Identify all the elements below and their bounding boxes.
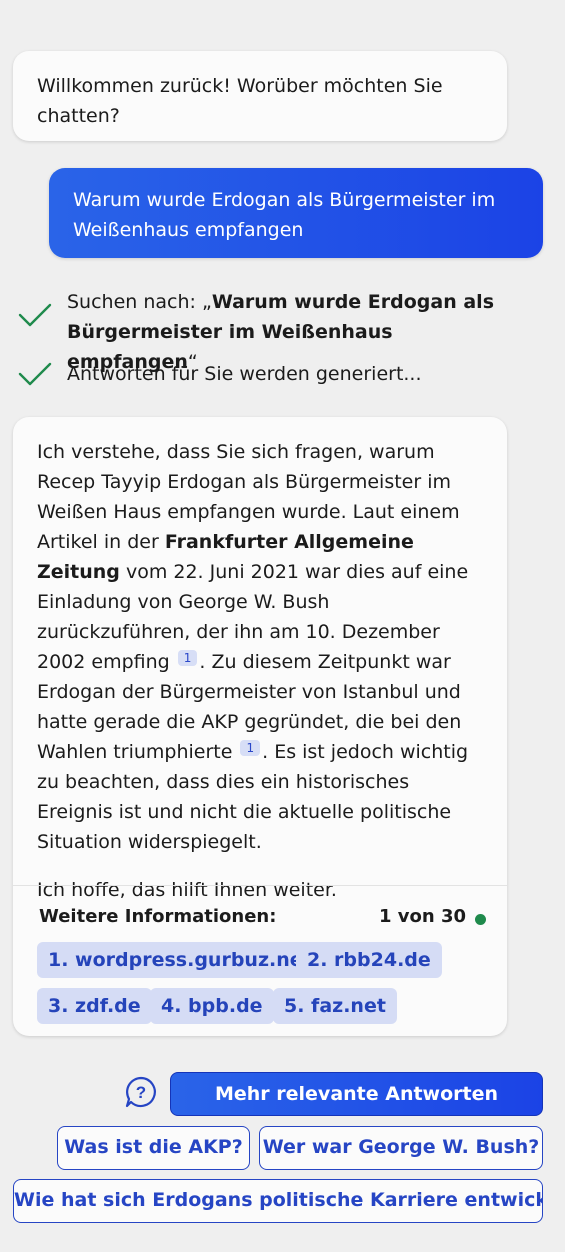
suggestion-akp[interactable]: Was ist die AKP?	[57, 1126, 250, 1170]
response-counter: 1 von 30	[378, 906, 466, 927]
answer-paragraph: Ich verstehe, dass Sie sich fragen, waru…	[37, 441, 469, 853]
bot-welcome-message: Willkommen zurück! Worüber möchten Sie c…	[13, 51, 507, 141]
more-answers-button[interactable]: Mehr relevante Antworten erhalten	[170, 1072, 543, 1147]
user-query-text: Warum wurde Erdogan als Bürgermeister im…	[73, 189, 496, 241]
generating-text: Antworten für Sie werden generiert...	[67, 363, 422, 385]
generating-status: Antworten für Sie werden generiert...	[18, 359, 538, 389]
status-dot	[475, 914, 486, 925]
citation-badge[interactable]: 1	[177, 650, 198, 666]
answer-card: Ich verstehe, dass Sie sich fragen, waru…	[13, 417, 507, 1036]
source-link-5[interactable]: 5. faz.net	[273, 988, 397, 1024]
user-message: Warum wurde Erdogan als Bürgermeister im…	[49, 168, 543, 258]
more-info-title: Weitere Informationen:	[39, 906, 277, 927]
check-icon	[18, 362, 52, 386]
welcome-text: Willkommen zurück! Worüber möchten Sie c…	[37, 75, 443, 127]
source-link-1[interactable]: 1. wordpress.gurbuz.net	[37, 942, 323, 978]
citation-badge[interactable]: 1	[240, 740, 261, 756]
help-icon[interactable]: ?	[124, 1075, 158, 1109]
divider	[13, 885, 507, 886]
suggestion-career[interactable]: Wie hat sich Erdogans politische Karrier…	[13, 1179, 543, 1223]
source-link-4[interactable]: 4. bpb.de	[150, 988, 274, 1024]
answer-body: Ich verstehe, dass Sie sich fragen, waru…	[37, 437, 487, 905]
suggestion-bush[interactable]: Wer war George W. Bush?	[259, 1126, 543, 1170]
answer-closing: Ich hoffe, das hilft Ihnen weiter.	[37, 879, 337, 901]
svg-text:?: ?	[136, 1083, 146, 1102]
check-icon	[18, 303, 52, 327]
search-status: Suchen nach: „Warum wurde Erdogan als Bü…	[18, 287, 538, 373]
source-link-2[interactable]: 2. rbb24.de	[296, 942, 442, 978]
source-link-3[interactable]: 3. zdf.de	[37, 988, 152, 1024]
